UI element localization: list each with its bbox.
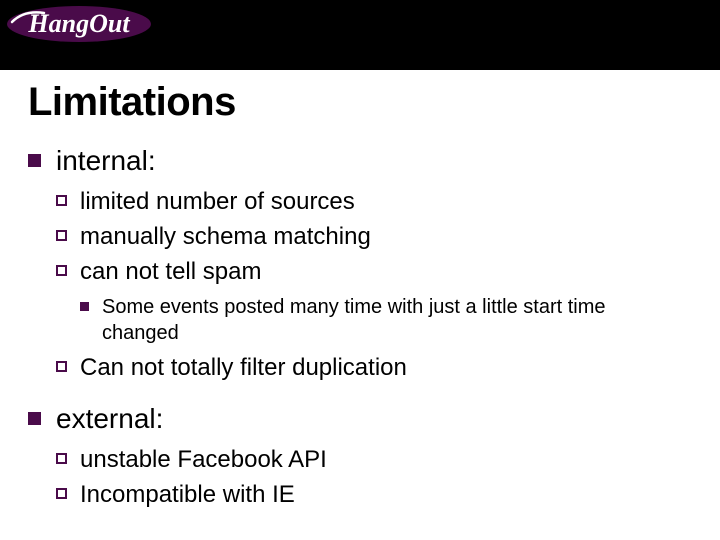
sub-item: Some events posted many time with just a…	[80, 294, 662, 346]
section-external: external: unstable Facebook API Incompat…	[28, 401, 720, 510]
list-item: can not tell spam Some events posted man…	[56, 256, 720, 345]
subitem-text: Some events posted many time with just a…	[102, 296, 606, 344]
item-text: unstable Facebook API	[80, 446, 327, 473]
internal-items: limited number of sources manually schem…	[56, 186, 720, 383]
item-text: can not tell spam	[80, 258, 261, 285]
list-item: unstable Facebook API	[56, 444, 720, 475]
list-item: manually schema matching	[56, 221, 720, 252]
hangout-logo: HangOut	[4, 2, 154, 46]
item-text: Can not totally filter duplication	[80, 354, 407, 381]
content-list: internal: limited number of sources manu…	[28, 143, 720, 510]
external-items: unstable Facebook API Incompatible with …	[56, 444, 720, 510]
spam-subitems: Some events posted many time with just a…	[80, 294, 720, 346]
item-text: Incompatible with IE	[80, 481, 295, 508]
section-heading: external:	[56, 403, 163, 434]
item-text: manually schema matching	[80, 223, 371, 250]
item-text: limited number of sources	[80, 188, 355, 215]
section-internal: internal: limited number of sources manu…	[28, 143, 720, 383]
list-item: limited number of sources	[56, 186, 720, 217]
list-item: Incompatible with IE	[56, 479, 720, 510]
slide-title: Limitations	[28, 80, 720, 125]
section-heading: internal:	[56, 145, 156, 176]
list-item: Can not totally filter duplication	[56, 352, 720, 383]
header-bar: HangOut	[0, 0, 720, 70]
